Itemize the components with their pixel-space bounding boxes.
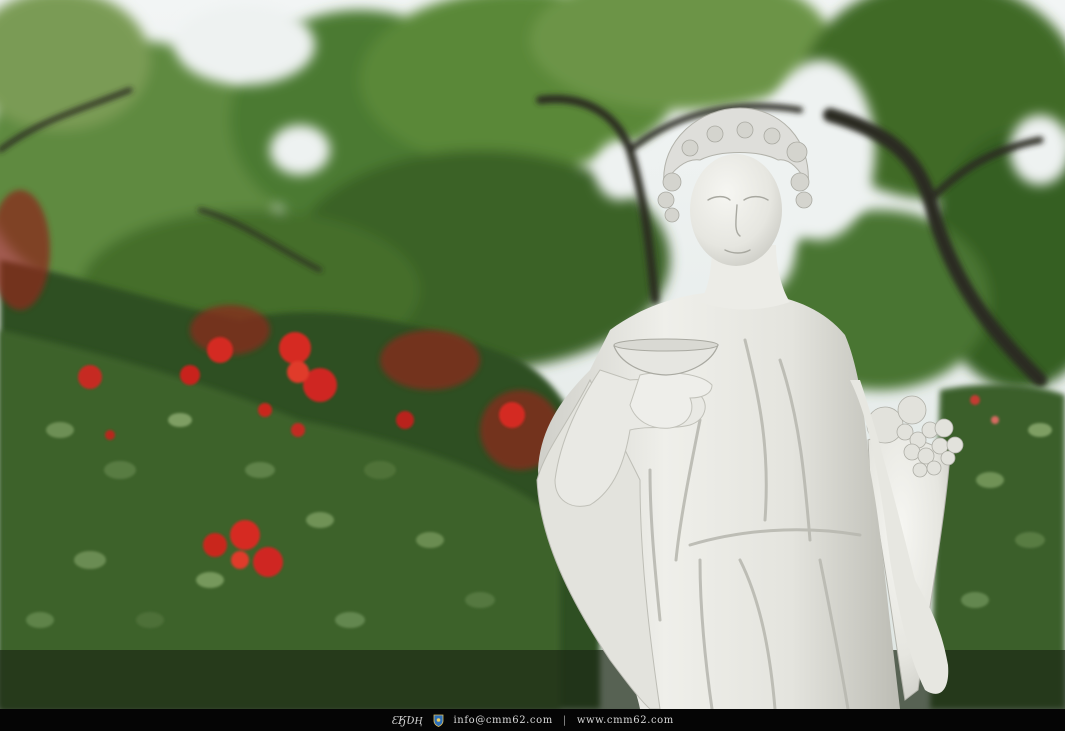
website-url: www.cmm62.com — [576, 714, 674, 726]
shield-logo-icon — [433, 714, 443, 727]
watermark-bar: ƐӃƲӉ info@cmm62.com | www.cmm62.com — [0, 709, 1065, 731]
separator: | — [562, 714, 567, 726]
photographer-signature: ƐӃƲӉ — [391, 713, 423, 727]
photo — [0, 0, 1065, 709]
contact-email: info@cmm62.com — [453, 714, 553, 726]
